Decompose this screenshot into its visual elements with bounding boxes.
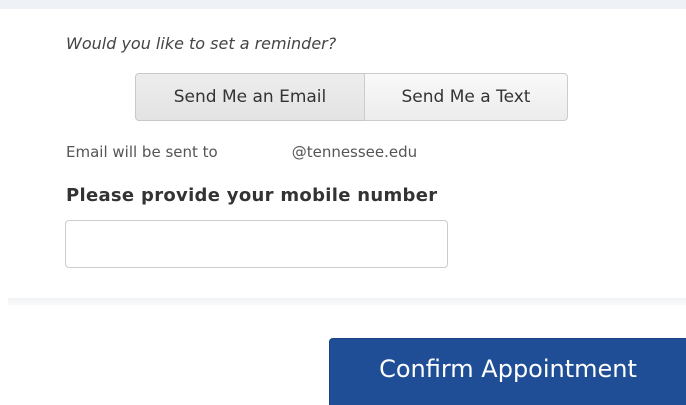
email-note-domain: @tennessee.edu — [291, 143, 418, 161]
top-divider — [0, 0, 686, 9]
appointment-page: Would you like to set a reminder? Send M… — [0, 0, 686, 405]
panel-bottom-divider — [8, 298, 686, 305]
reminder-question: Would you like to set a reminder? — [66, 34, 337, 53]
reminder-method-toggle: Send Me an Email Send Me a Text — [135, 73, 568, 121]
send-text-button[interactable]: Send Me a Text — [364, 73, 568, 121]
email-destination-note: Email will be sent to @tennessee.edu — [66, 143, 417, 161]
email-note-prefix: Email will be sent to — [66, 143, 218, 161]
mobile-number-label: Please provide your mobile number — [66, 185, 438, 206]
mobile-number-input[interactable] — [65, 220, 448, 268]
send-email-button[interactable]: Send Me an Email — [135, 73, 365, 121]
confirm-appointment-button[interactable]: Confirm Appointment — [329, 338, 686, 405]
